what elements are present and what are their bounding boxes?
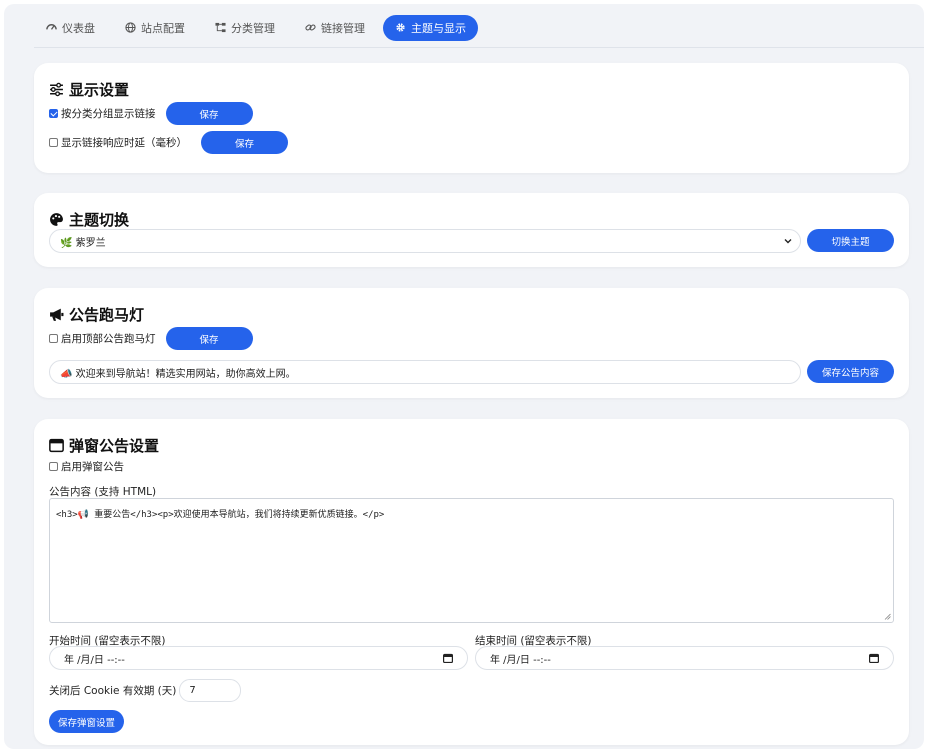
save-group-button[interactable]: 保存 xyxy=(165,102,253,125)
calendar-icon[interactable] xyxy=(443,653,453,663)
card-title: 公告跑马灯 xyxy=(49,304,144,325)
enable-popup-row: 启用弹窗公告 xyxy=(49,459,124,474)
show-latency-row: 显示链接响应时延（毫秒） 保存 xyxy=(49,131,288,154)
calendar-icon[interactable] xyxy=(869,653,879,663)
popup-settings-card: 弹窗公告设置 启用弹窗公告 公告内容 (支持 HTML) <h3>📢 重要公告<… xyxy=(34,419,909,745)
theme-switch-card: 主题切换 🌿 紫罗兰 切换主题 xyxy=(34,193,909,267)
sliders-icon xyxy=(50,82,63,97)
resize-handle-icon[interactable] xyxy=(884,613,891,620)
tab-label: 站点配置 xyxy=(141,21,185,35)
chevron-down-icon xyxy=(784,239,792,244)
tab-bar: 仪表盘 站点配置 分类管理 链接管理 主题与显示 xyxy=(34,8,924,48)
save-latency-button[interactable]: 保存 xyxy=(201,131,288,154)
show-latency-label: 显示链接响应时延（毫秒） xyxy=(61,137,187,149)
save-marquee-toggle-button[interactable]: 保存 xyxy=(165,327,253,350)
group-by-category-row: 按分类分组显示链接 保存 xyxy=(49,102,253,125)
tab-label: 主题与显示 xyxy=(411,21,466,35)
megaphone-icon xyxy=(50,308,64,321)
cookie-days-input[interactable]: 7 xyxy=(179,679,242,702)
display-settings-card: 显示设置 按分类分组显示链接 保存 显示链接响应时延（毫秒） 保存 xyxy=(34,63,909,173)
start-time-input[interactable]: 年 /月/日 --:-- xyxy=(49,646,468,670)
group-by-category-label: 按分类分组显示链接 xyxy=(61,108,156,120)
popup-content-textarea[interactable]: <h3>📢 重要公告</h3><p>欢迎使用本导航站，我们将持续更新优质链接。<… xyxy=(49,498,894,623)
enable-popup-checkbox[interactable] xyxy=(49,462,58,471)
palette-icon xyxy=(50,213,63,226)
cookie-days-label: 关闭后 Cookie 有效期 (天) xyxy=(49,685,177,697)
show-latency-checkbox[interactable] xyxy=(49,138,58,147)
save-marquee-content-button[interactable]: 保存公告内容 xyxy=(807,360,894,383)
tab-label: 链接管理 xyxy=(321,21,365,35)
tab-categories[interactable]: 分类管理 xyxy=(203,15,287,41)
marquee-content-input[interactable]: 📣 欢迎来到导航站！精选实用网站，助你高效上网。 xyxy=(49,360,801,384)
enable-marquee-row: 启用顶部公告跑马灯 保存 xyxy=(49,327,253,350)
marquee-content-value: 📣 欢迎来到导航站！精选实用网站，助你高效上网。 xyxy=(60,368,296,380)
gauge-icon xyxy=(46,24,57,30)
tab-label: 分类管理 xyxy=(231,21,275,35)
marquee-card: 公告跑马灯 启用顶部公告跑马灯 保存 📣 欢迎来到导航站！精选实用网站，助你高效… xyxy=(34,288,909,398)
enable-marquee-checkbox[interactable] xyxy=(49,334,58,343)
group-by-category-checkbox[interactable] xyxy=(49,109,58,118)
theme-select[interactable]: 🌿 紫罗兰 xyxy=(49,229,801,253)
tab-label: 仪表盘 xyxy=(62,21,95,35)
end-time-placeholder: 年 /月/日 --:-- xyxy=(490,654,551,666)
theme-select-value: 🌿 紫罗兰 xyxy=(60,237,106,249)
end-time-input[interactable]: 年 /月/日 --:-- xyxy=(475,646,894,670)
popup-content-label: 公告内容 (支持 HTML) xyxy=(49,486,157,498)
card-title: 主题切换 xyxy=(49,209,129,230)
card-title: 显示设置 xyxy=(49,79,129,100)
sitemap-icon xyxy=(215,22,226,33)
globe-icon xyxy=(125,22,136,33)
admin-panel: 仪表盘 站点配置 分类管理 链接管理 主题与显示 显示设置 按分类分组显示链接 … xyxy=(4,4,924,749)
save-popup-button[interactable]: 保存弹窗设置 xyxy=(49,710,124,733)
link-icon xyxy=(305,24,316,31)
window-icon xyxy=(49,438,64,453)
switch-theme-button[interactable]: 切换主题 xyxy=(807,229,894,252)
tab-theme-display[interactable]: 主题与显示 xyxy=(383,14,478,41)
enable-popup-label: 启用弹窗公告 xyxy=(61,461,124,473)
enable-marquee-label: 启用顶部公告跑马灯 xyxy=(61,333,156,345)
tab-dashboard[interactable]: 仪表盘 xyxy=(34,15,107,41)
card-title: 弹窗公告设置 xyxy=(49,435,159,456)
cookie-days-row: 关闭后 Cookie 有效期 (天) 7 xyxy=(49,679,242,702)
tab-site-config[interactable]: 站点配置 xyxy=(113,15,197,41)
tab-links[interactable]: 链接管理 xyxy=(293,15,377,41)
start-time-placeholder: 年 /月/日 --:-- xyxy=(64,654,125,666)
popup-content-value: <h3>📢 重要公告</h3><p>欢迎使用本导航站，我们将持续更新优质链接。<… xyxy=(56,510,385,520)
gear-icon xyxy=(396,23,405,32)
